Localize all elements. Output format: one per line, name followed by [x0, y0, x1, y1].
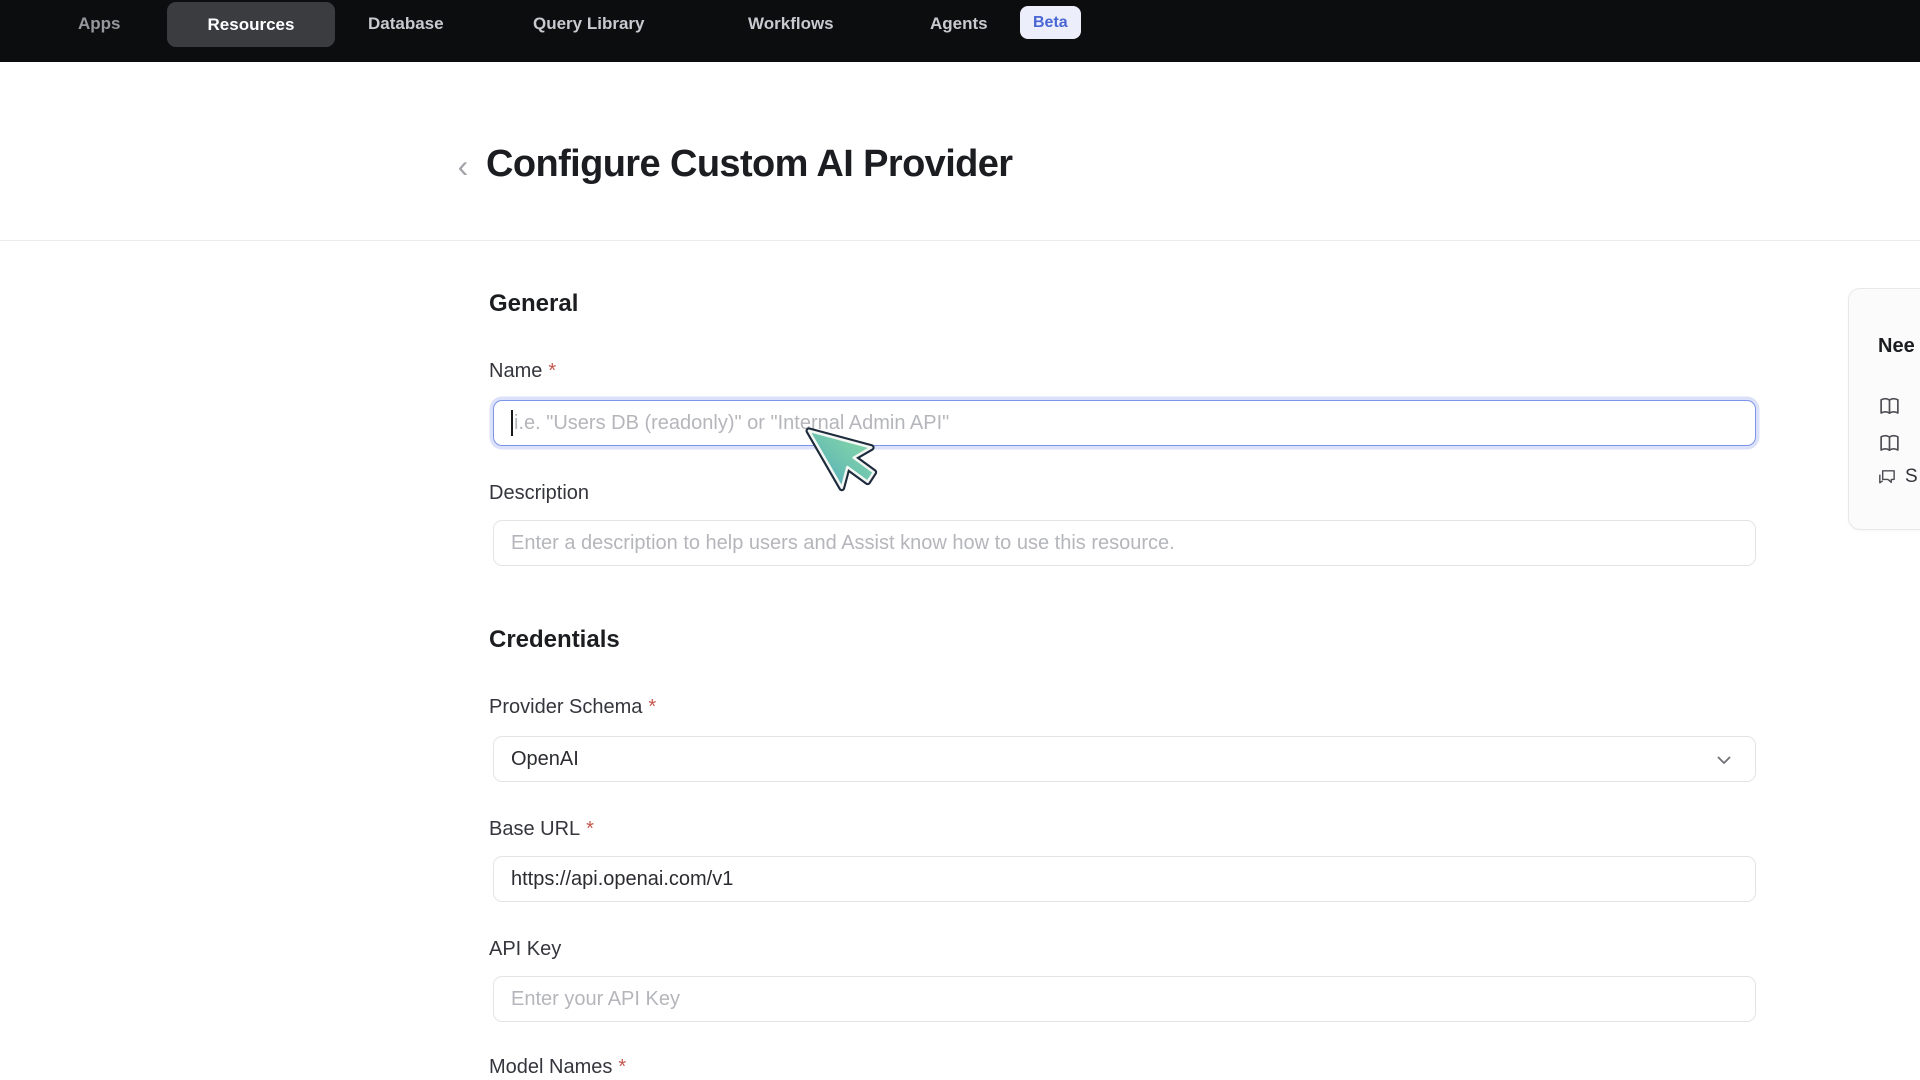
help-link-docs[interactable] — [1878, 395, 1901, 418]
provider-schema-select[interactable]: OpenAI — [493, 736, 1756, 782]
section-heading-credentials: Credentials — [489, 626, 620, 654]
required-asterisk: * — [618, 1056, 626, 1078]
chevron-down-icon — [1713, 749, 1735, 771]
name-input[interactable]: i.e. "Users DB (readonly)" or "Internal … — [493, 400, 1756, 446]
name-input-placeholder: i.e. "Users DB (readonly)" or "Internal … — [514, 412, 949, 435]
required-asterisk: * — [548, 360, 556, 382]
name-label: Name * — [489, 360, 556, 383]
base-url-label-text: Base URL — [489, 818, 580, 840]
book-icon — [1878, 432, 1901, 455]
model-names-label: Model Names * — [489, 1056, 626, 1079]
description-input-placeholder: Enter a description to help users and As… — [511, 532, 1175, 555]
base-url-label: Base URL * — [489, 818, 594, 841]
description-input[interactable]: Enter a description to help users and As… — [493, 520, 1756, 566]
required-asterisk: * — [586, 818, 594, 840]
header-divider — [0, 240, 1920, 241]
help-link-guides[interactable] — [1878, 432, 1901, 455]
help-panel: Nee S — [1848, 288, 1920, 530]
base-url-value: https://api.openai.com/v1 — [511, 868, 733, 891]
name-label-text: Name — [489, 360, 542, 382]
help-link-support[interactable]: S — [1876, 466, 1918, 488]
top-nav-bar: Apps Resources Database Query Library Wo… — [0, 0, 1920, 62]
chat-icon — [1876, 467, 1897, 488]
nav-tab-database[interactable]: Database — [368, 0, 444, 48]
nav-tab-resources-label: Resources — [208, 15, 295, 35]
nav-tab-agents[interactable]: Agents — [930, 0, 988, 48]
model-names-label-text: Model Names — [489, 1056, 612, 1078]
provider-schema-label-text: Provider Schema — [489, 696, 642, 718]
api-key-input-placeholder: Enter your API Key — [511, 988, 680, 1011]
description-label: Description — [489, 482, 589, 505]
help-link-support-label: S — [1905, 466, 1918, 488]
nav-tab-query-library[interactable]: Query Library — [533, 0, 645, 48]
provider-schema-label: Provider Schema * — [489, 696, 656, 719]
base-url-input[interactable]: https://api.openai.com/v1 — [493, 856, 1756, 902]
api-key-input[interactable]: Enter your API Key — [493, 976, 1756, 1022]
book-icon — [1878, 395, 1901, 418]
text-caret — [511, 410, 513, 436]
nav-tab-workflows[interactable]: Workflows — [748, 0, 834, 48]
api-key-label: API Key — [489, 938, 561, 961]
back-chevron-icon: ‹ — [458, 148, 469, 185]
nav-tab-resources-active[interactable]: Resources — [167, 2, 335, 47]
help-panel-title: Nee — [1878, 335, 1915, 358]
back-button[interactable]: ‹ — [446, 146, 480, 186]
section-heading-general: General — [489, 290, 578, 318]
page-title: Configure Custom AI Provider — [486, 143, 1013, 186]
beta-badge: Beta — [1020, 6, 1081, 39]
description-label-text: Description — [489, 482, 589, 504]
nav-tab-apps[interactable]: Apps — [78, 0, 121, 48]
required-asterisk: * — [648, 696, 656, 718]
provider-schema-value: OpenAI — [511, 748, 579, 771]
api-key-label-text: API Key — [489, 938, 561, 960]
